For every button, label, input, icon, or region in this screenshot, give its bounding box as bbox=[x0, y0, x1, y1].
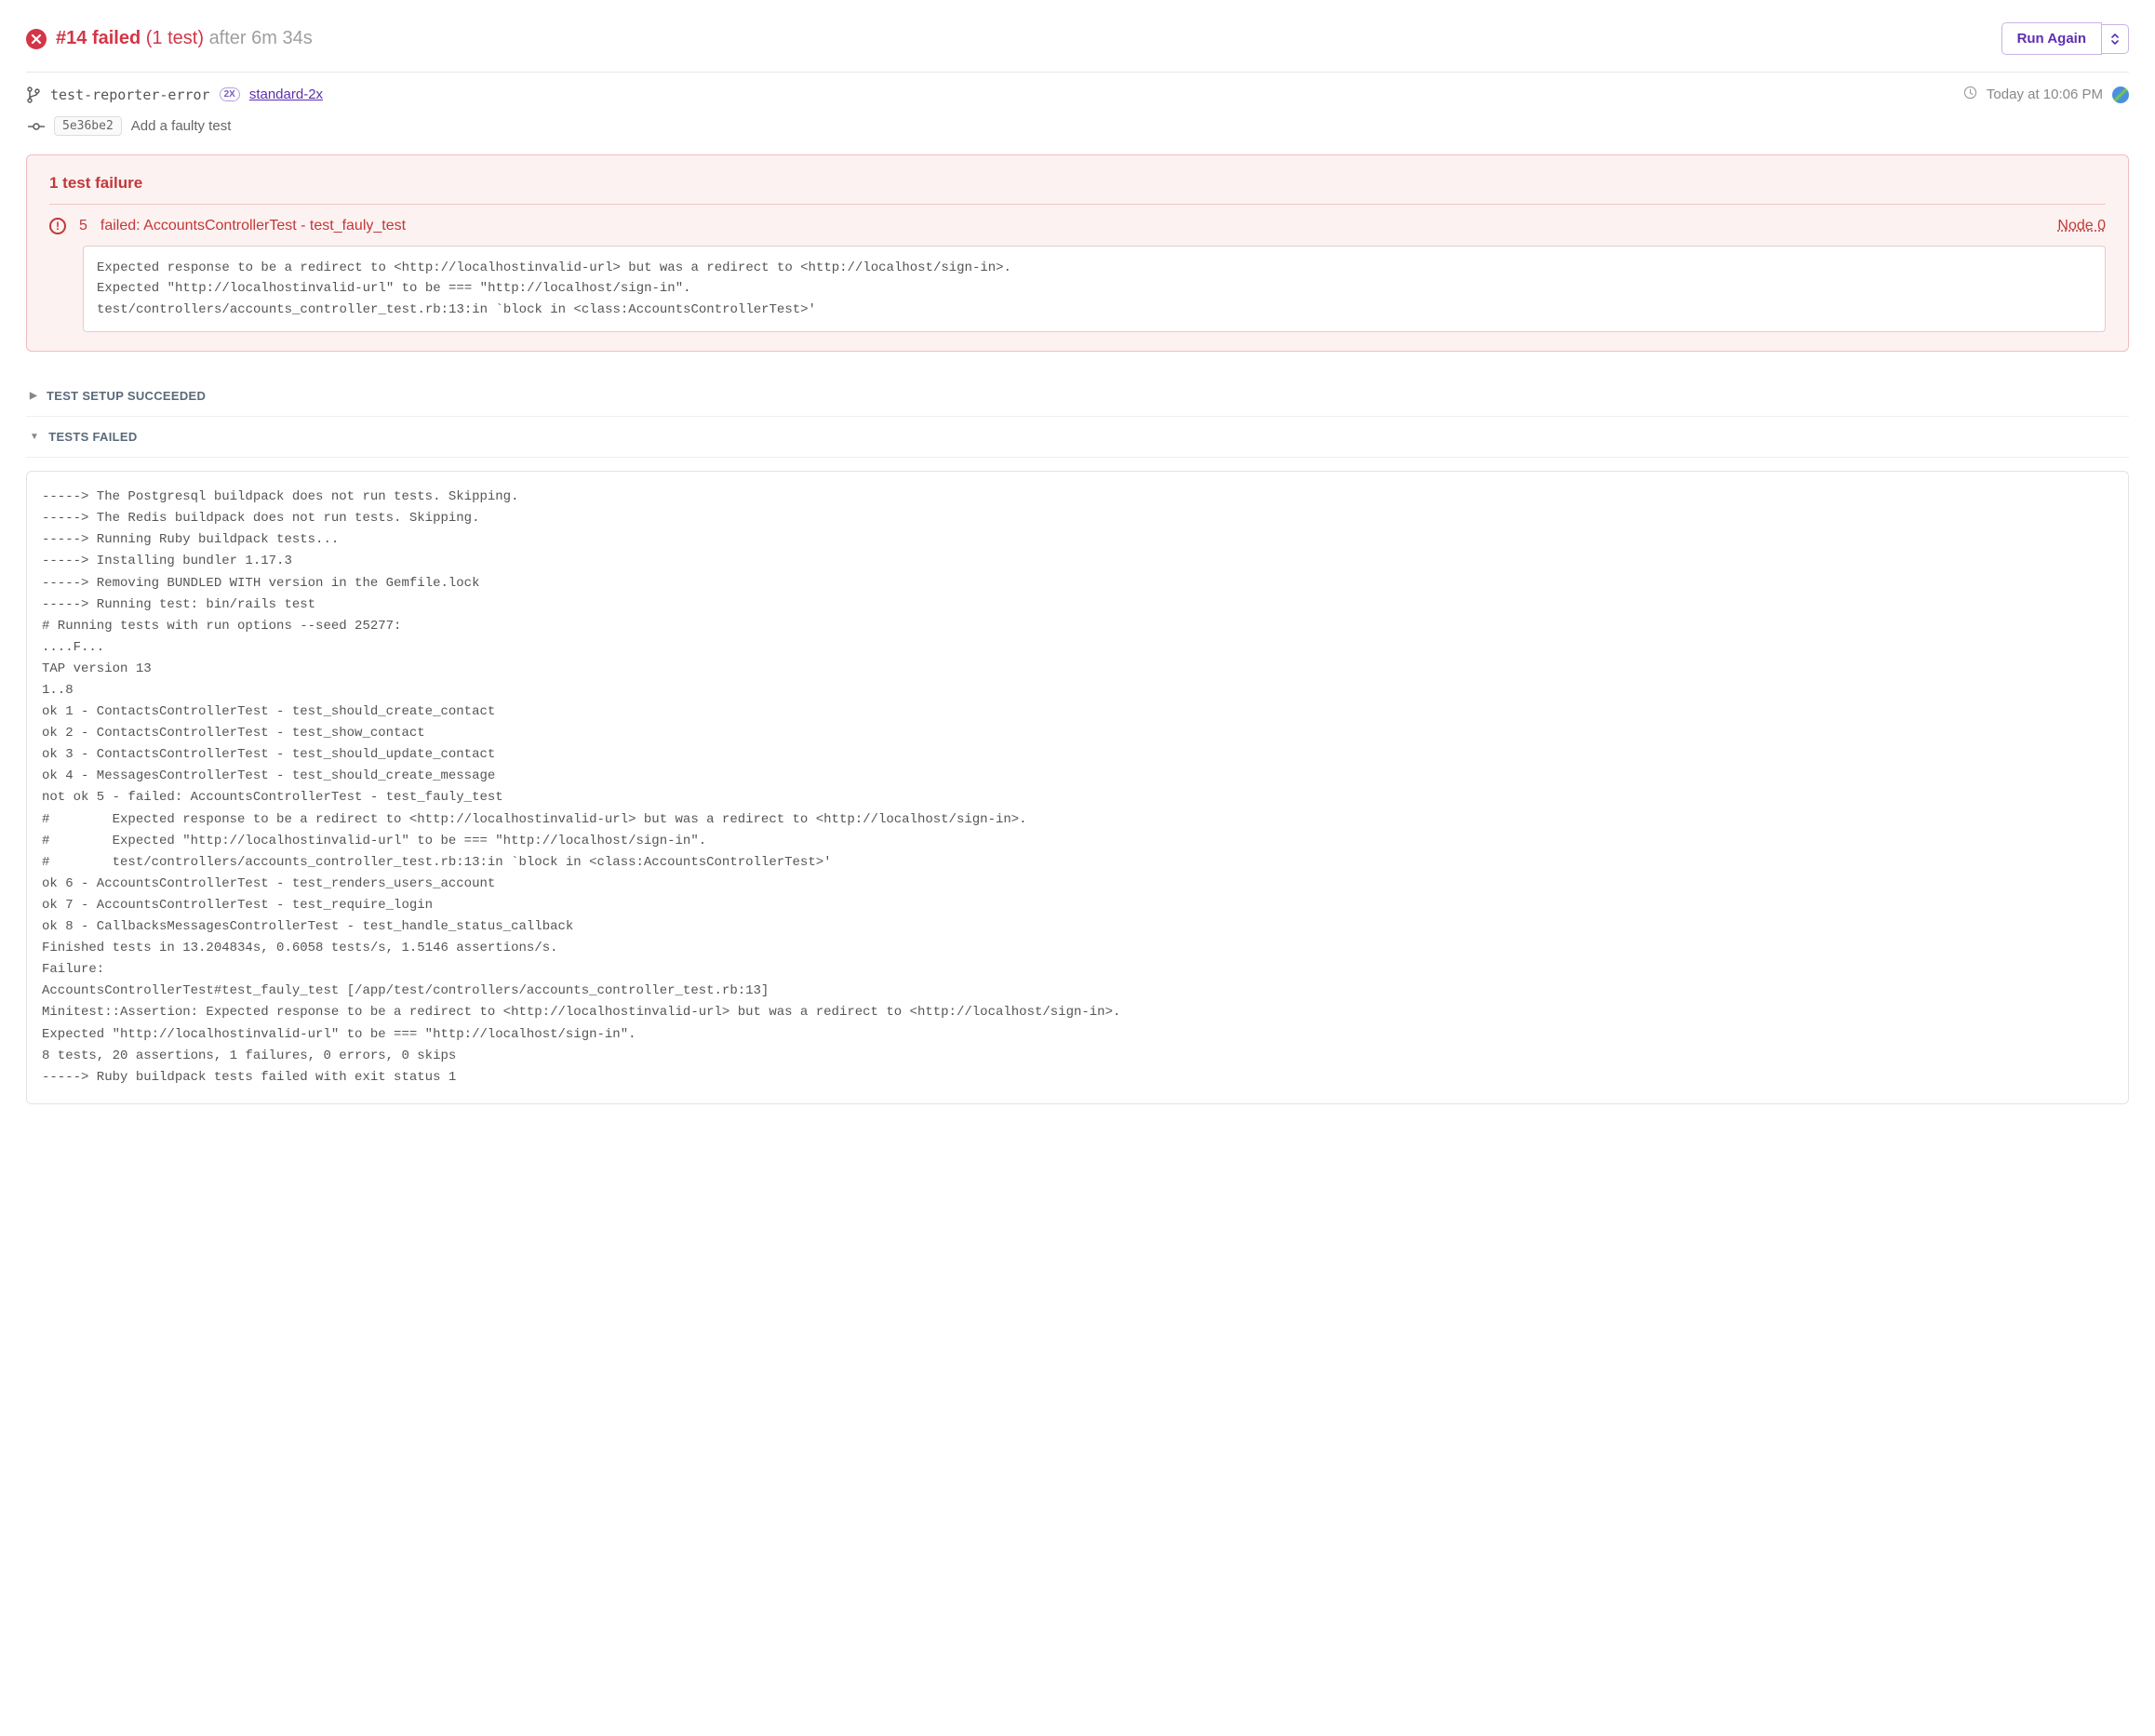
build-time: Today at 10:06 PM bbox=[1987, 87, 2103, 102]
failure-details: Expected response to be a redirect to <h… bbox=[83, 246, 2106, 332]
globe-icon bbox=[2112, 87, 2129, 103]
test-log: -----> The Postgresql buildpack does not… bbox=[26, 471, 2129, 1104]
run-again-button[interactable]: Run Again bbox=[2001, 22, 2102, 55]
failure-name[interactable]: failed: AccountsControllerTest - test_fa… bbox=[100, 218, 406, 234]
meta-row: test-reporter-error 2X standard-2x Today… bbox=[26, 73, 2129, 111]
setup-label: TEST SETUP SUCCEEDED bbox=[47, 389, 206, 403]
commit-sha[interactable]: 5e36be2 bbox=[54, 116, 122, 136]
fail-icon bbox=[26, 29, 47, 49]
build-duration: after 6m 34s bbox=[209, 28, 313, 48]
header-actions: Run Again bbox=[2001, 22, 2129, 55]
tests-failed-label: TESTS FAILED bbox=[48, 430, 137, 444]
chevron-updown-icon bbox=[2109, 33, 2121, 46]
failure-item-left: ! 5 failed: AccountsControllerTest - tes… bbox=[49, 218, 406, 234]
build-status-detail: (1 test) bbox=[146, 28, 204, 48]
triangle-right-icon: ▶ bbox=[30, 391, 37, 401]
setup-toggle[interactable]: ▶ TEST SETUP SUCCEEDED bbox=[26, 376, 2129, 417]
meta-left: test-reporter-error 2X standard-2x bbox=[26, 87, 323, 103]
tests-failed-toggle[interactable]: ▼ TESTS FAILED bbox=[26, 417, 2129, 458]
run-again-dropdown[interactable] bbox=[2102, 24, 2129, 54]
build-number: #14 bbox=[56, 28, 87, 48]
build-header: #14 failed (1 test) after 6m 34s Run Aga… bbox=[26, 22, 2129, 73]
branch-icon bbox=[26, 87, 41, 103]
build-title: #14 failed (1 test) after 6m 34s bbox=[56, 28, 313, 49]
commit-row: 5e36be2 Add a faulty test bbox=[26, 111, 2129, 154]
triangle-down-icon: ▼ bbox=[30, 432, 39, 442]
branch-name: test-reporter-error bbox=[50, 87, 210, 103]
meta-right: Today at 10:06 PM bbox=[1963, 86, 2129, 103]
clock-icon bbox=[1963, 86, 1977, 103]
dyno-type-link[interactable]: standard-2x bbox=[249, 87, 323, 102]
failure-number: 5 bbox=[79, 218, 87, 234]
commit-message: Add a faulty test bbox=[131, 118, 232, 134]
failure-item: ! 5 failed: AccountsControllerTest - tes… bbox=[49, 205, 2106, 234]
build-title-group: #14 failed (1 test) after 6m 34s bbox=[26, 28, 313, 49]
dyno-badge: 2X bbox=[220, 87, 240, 101]
commit-icon bbox=[28, 121, 45, 132]
build-status: failed bbox=[92, 28, 141, 48]
failure-title: 1 test failure bbox=[49, 174, 2106, 205]
failure-card: 1 test failure ! 5 failed: AccountsContr… bbox=[26, 154, 2129, 352]
exclamation-icon: ! bbox=[49, 218, 66, 234]
node-link[interactable]: Node 0 bbox=[2057, 218, 2106, 234]
